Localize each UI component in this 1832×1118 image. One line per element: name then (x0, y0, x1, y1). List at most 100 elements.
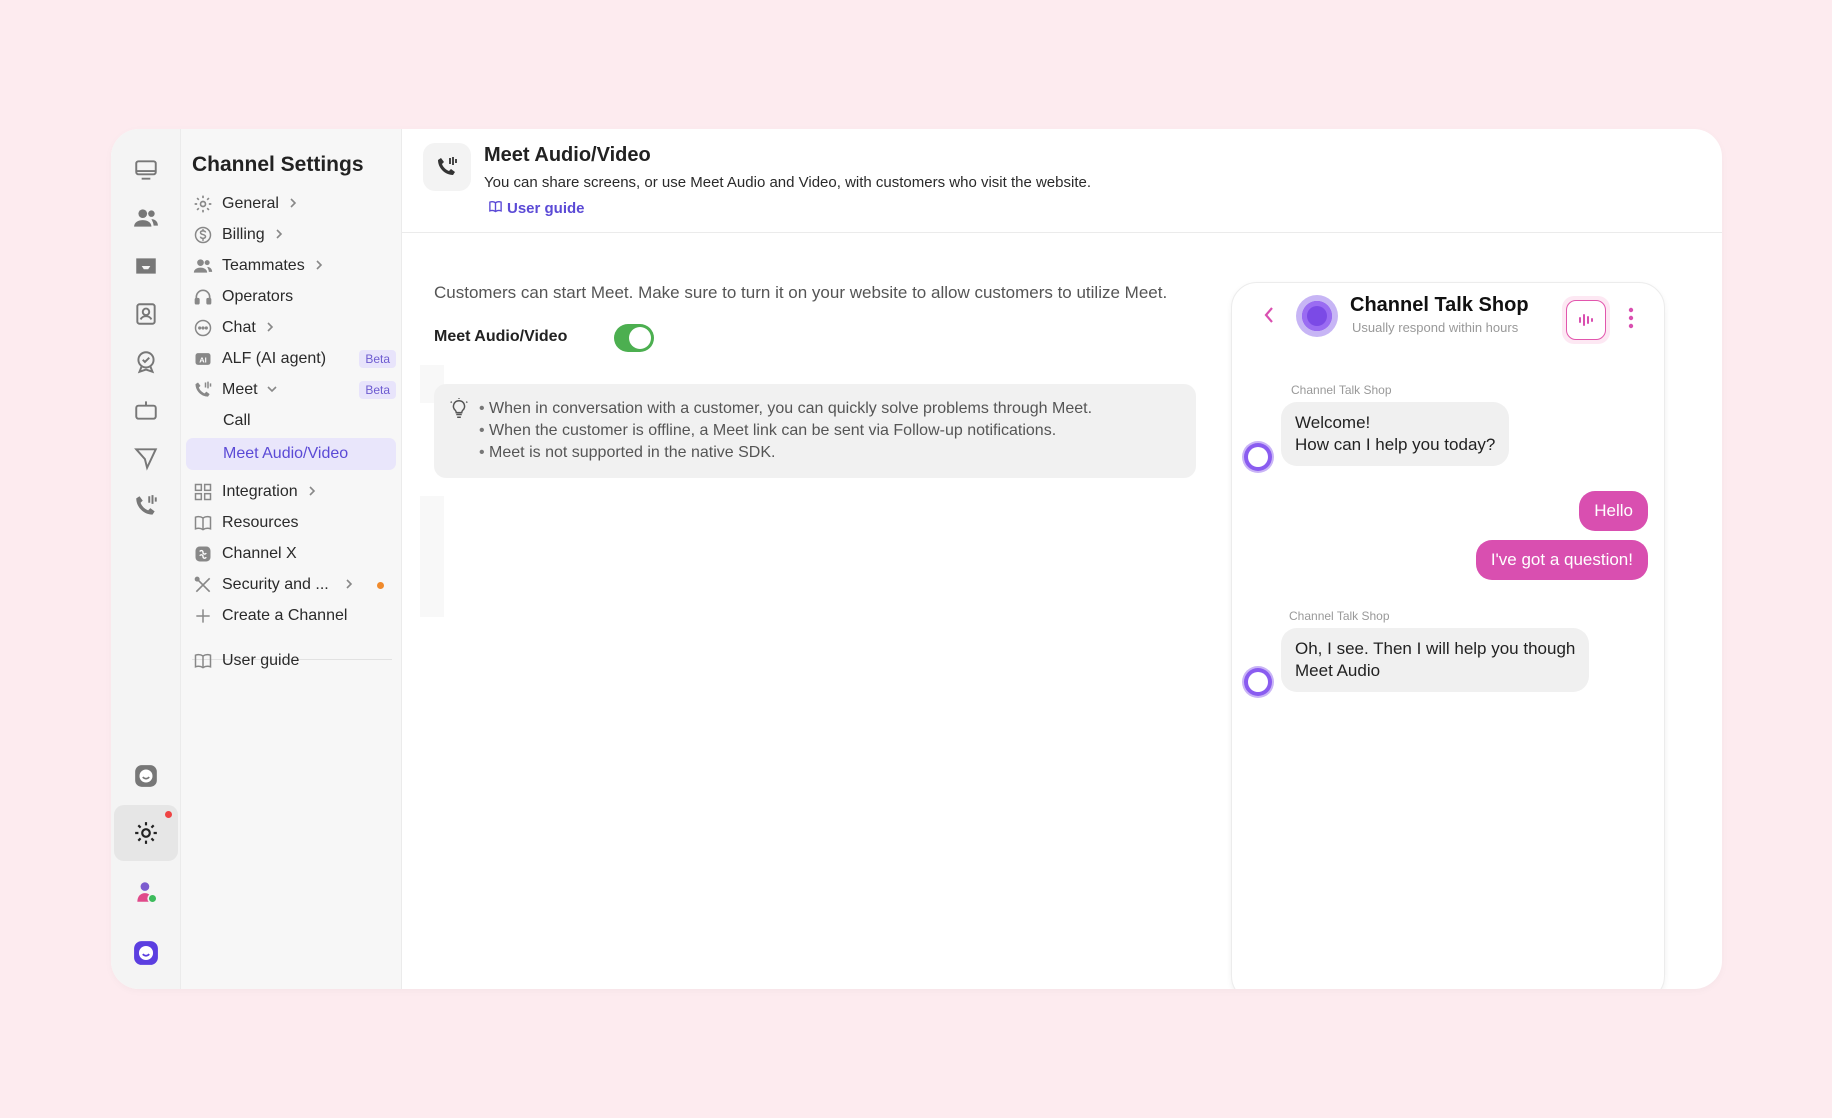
tip-box: When in conversation with a customer, yo… (434, 384, 1196, 478)
book-icon (192, 650, 214, 672)
chevron-right-icon (343, 578, 355, 593)
message-line: How can I help you today? (1295, 435, 1496, 454)
back-arrow-icon[interactable] (1262, 305, 1276, 325)
channel-talk-icon[interactable] (125, 755, 167, 797)
channel-logo-icon[interactable] (125, 932, 167, 974)
nav-item-call[interactable]: Call (186, 406, 396, 436)
settings-nav: Channel Settings General Billing Teammat… (181, 129, 402, 989)
phone-icon (192, 379, 214, 401)
channel-logo-icon (1296, 295, 1338, 337)
message-line: Oh, I see. Then I will help you though (1295, 639, 1576, 658)
tip-item: When in conversation with a customer, yo… (479, 398, 1092, 420)
inbox-icon[interactable] (125, 245, 167, 287)
audio-wave-icon (1566, 300, 1606, 340)
page-title: Meet Audio/Video (484, 144, 651, 166)
nav-item-label: Security and ... (222, 576, 329, 593)
ai-icon: AI (192, 348, 214, 370)
nav-item-label: Chat (222, 319, 256, 336)
users-icon (192, 255, 214, 277)
placeholder-block (420, 496, 444, 617)
nav-item-label: Resources (222, 514, 299, 531)
app-window: Channel Settings General Billing Teammat… (111, 129, 1722, 989)
more-vertical-icon[interactable] (1628, 307, 1634, 329)
bot-icon[interactable] (125, 389, 167, 431)
nav-item-label: Billing (222, 226, 265, 243)
nav-item-user-guide[interactable]: User guide (186, 646, 396, 676)
desk-icon[interactable] (125, 149, 167, 191)
nav-item-security[interactable]: Security and ... (186, 570, 396, 600)
outgoing-message: Hello (1579, 491, 1648, 531)
channel-name: Channel Talk Shop (1350, 294, 1529, 316)
book-icon (488, 199, 503, 218)
nav-item-operators[interactable]: Operators (186, 282, 396, 312)
nav-item-alf[interactable]: AI ALF (AI agent) Beta (186, 344, 396, 374)
response-status: Usually respond within hours (1352, 320, 1519, 335)
page-header: Meet Audio/Video You can share screens, … (402, 129, 1722, 233)
nav-item-label: Teammates (222, 257, 305, 274)
user-guide-link[interactable]: User guide (488, 199, 585, 218)
message-line: Welcome! (1295, 413, 1371, 432)
tools-icon (192, 574, 214, 596)
chevron-right-icon (287, 197, 299, 212)
status-dot (377, 581, 384, 589)
nav-item-channel-x[interactable]: Channel X (186, 539, 396, 569)
nav-item-resources[interactable]: Resources (186, 508, 396, 538)
nav-item-label: User guide (222, 652, 300, 669)
chevron-right-icon (273, 228, 285, 243)
beta-badge: Beta (359, 381, 396, 399)
avatar[interactable] (125, 871, 167, 913)
nav-item-label: Channel X (222, 545, 297, 562)
gear-icon (192, 193, 214, 215)
chevron-right-icon (264, 321, 276, 336)
send-icon[interactable] (125, 437, 167, 479)
nav-item-label: Integration (222, 483, 298, 500)
message-sender: Channel Talk Shop (1291, 383, 1392, 397)
nav-item-label: Operators (222, 288, 294, 305)
svg-text:AI: AI (199, 355, 207, 364)
nav-item-label: Call (223, 412, 251, 429)
lightbulb-icon (450, 398, 468, 418)
nav-item-meet[interactable]: Meet Beta (186, 375, 396, 405)
user-guide-label: User guide (507, 200, 585, 217)
tip-list: When in conversation with a customer, yo… (479, 398, 1092, 464)
nav-item-create-channel[interactable]: Create a Channel (186, 601, 396, 631)
headset-icon (192, 286, 214, 308)
nav-item-label: Meet Audio/Video (223, 445, 349, 462)
agent-avatar (1242, 441, 1274, 473)
phone-icon (423, 143, 471, 191)
contacts-icon[interactable] (125, 293, 167, 335)
grid-icon (192, 481, 214, 503)
toggle-label: Meet Audio/Video (434, 328, 568, 345)
nav-item-integration[interactable]: Integration (186, 477, 396, 507)
phone-icon[interactable] (125, 485, 167, 527)
dollar-icon (192, 224, 214, 246)
icon-rail (111, 129, 181, 989)
chevron-right-icon (313, 259, 325, 274)
incoming-message: Oh, I see. Then I will help you though M… (1281, 628, 1590, 692)
beta-badge: Beta (359, 350, 396, 368)
chevron-down-icon (266, 383, 278, 398)
nav-item-teammates[interactable]: Teammates (186, 251, 396, 281)
chevron-right-icon (306, 485, 318, 500)
plus-icon (192, 605, 214, 627)
chat-bubble-icon (192, 317, 214, 339)
message-line: Meet Audio (1295, 661, 1381, 680)
meet-call-button[interactable] (1562, 296, 1610, 344)
book-icon (192, 512, 214, 534)
nav-item-chat[interactable]: Chat (186, 313, 396, 343)
nav-item-general[interactable]: General (186, 189, 396, 219)
nav-title: Channel Settings (192, 153, 364, 176)
badge-check-icon[interactable] (125, 341, 167, 383)
incoming-message: Welcome! How can I help you today? (1281, 402, 1510, 466)
messenger-preview: Channel Talk Shop Usually respond within… (1231, 282, 1665, 989)
tip-item: Meet is not supported in the native SDK. (479, 442, 1092, 464)
nav-item-label: Create a Channel (222, 607, 348, 624)
settings-gear-icon[interactable] (114, 805, 178, 861)
tip-item: When the customer is offline, a Meet lin… (479, 420, 1092, 442)
users-icon[interactable] (125, 197, 167, 239)
nav-item-meet-audio-video[interactable]: Meet Audio/Video (186, 438, 396, 470)
nav-item-billing[interactable]: Billing (186, 220, 396, 250)
notification-dot (165, 811, 172, 818)
nav-item-label: General (222, 195, 279, 212)
meet-audio-video-toggle[interactable] (614, 324, 654, 352)
